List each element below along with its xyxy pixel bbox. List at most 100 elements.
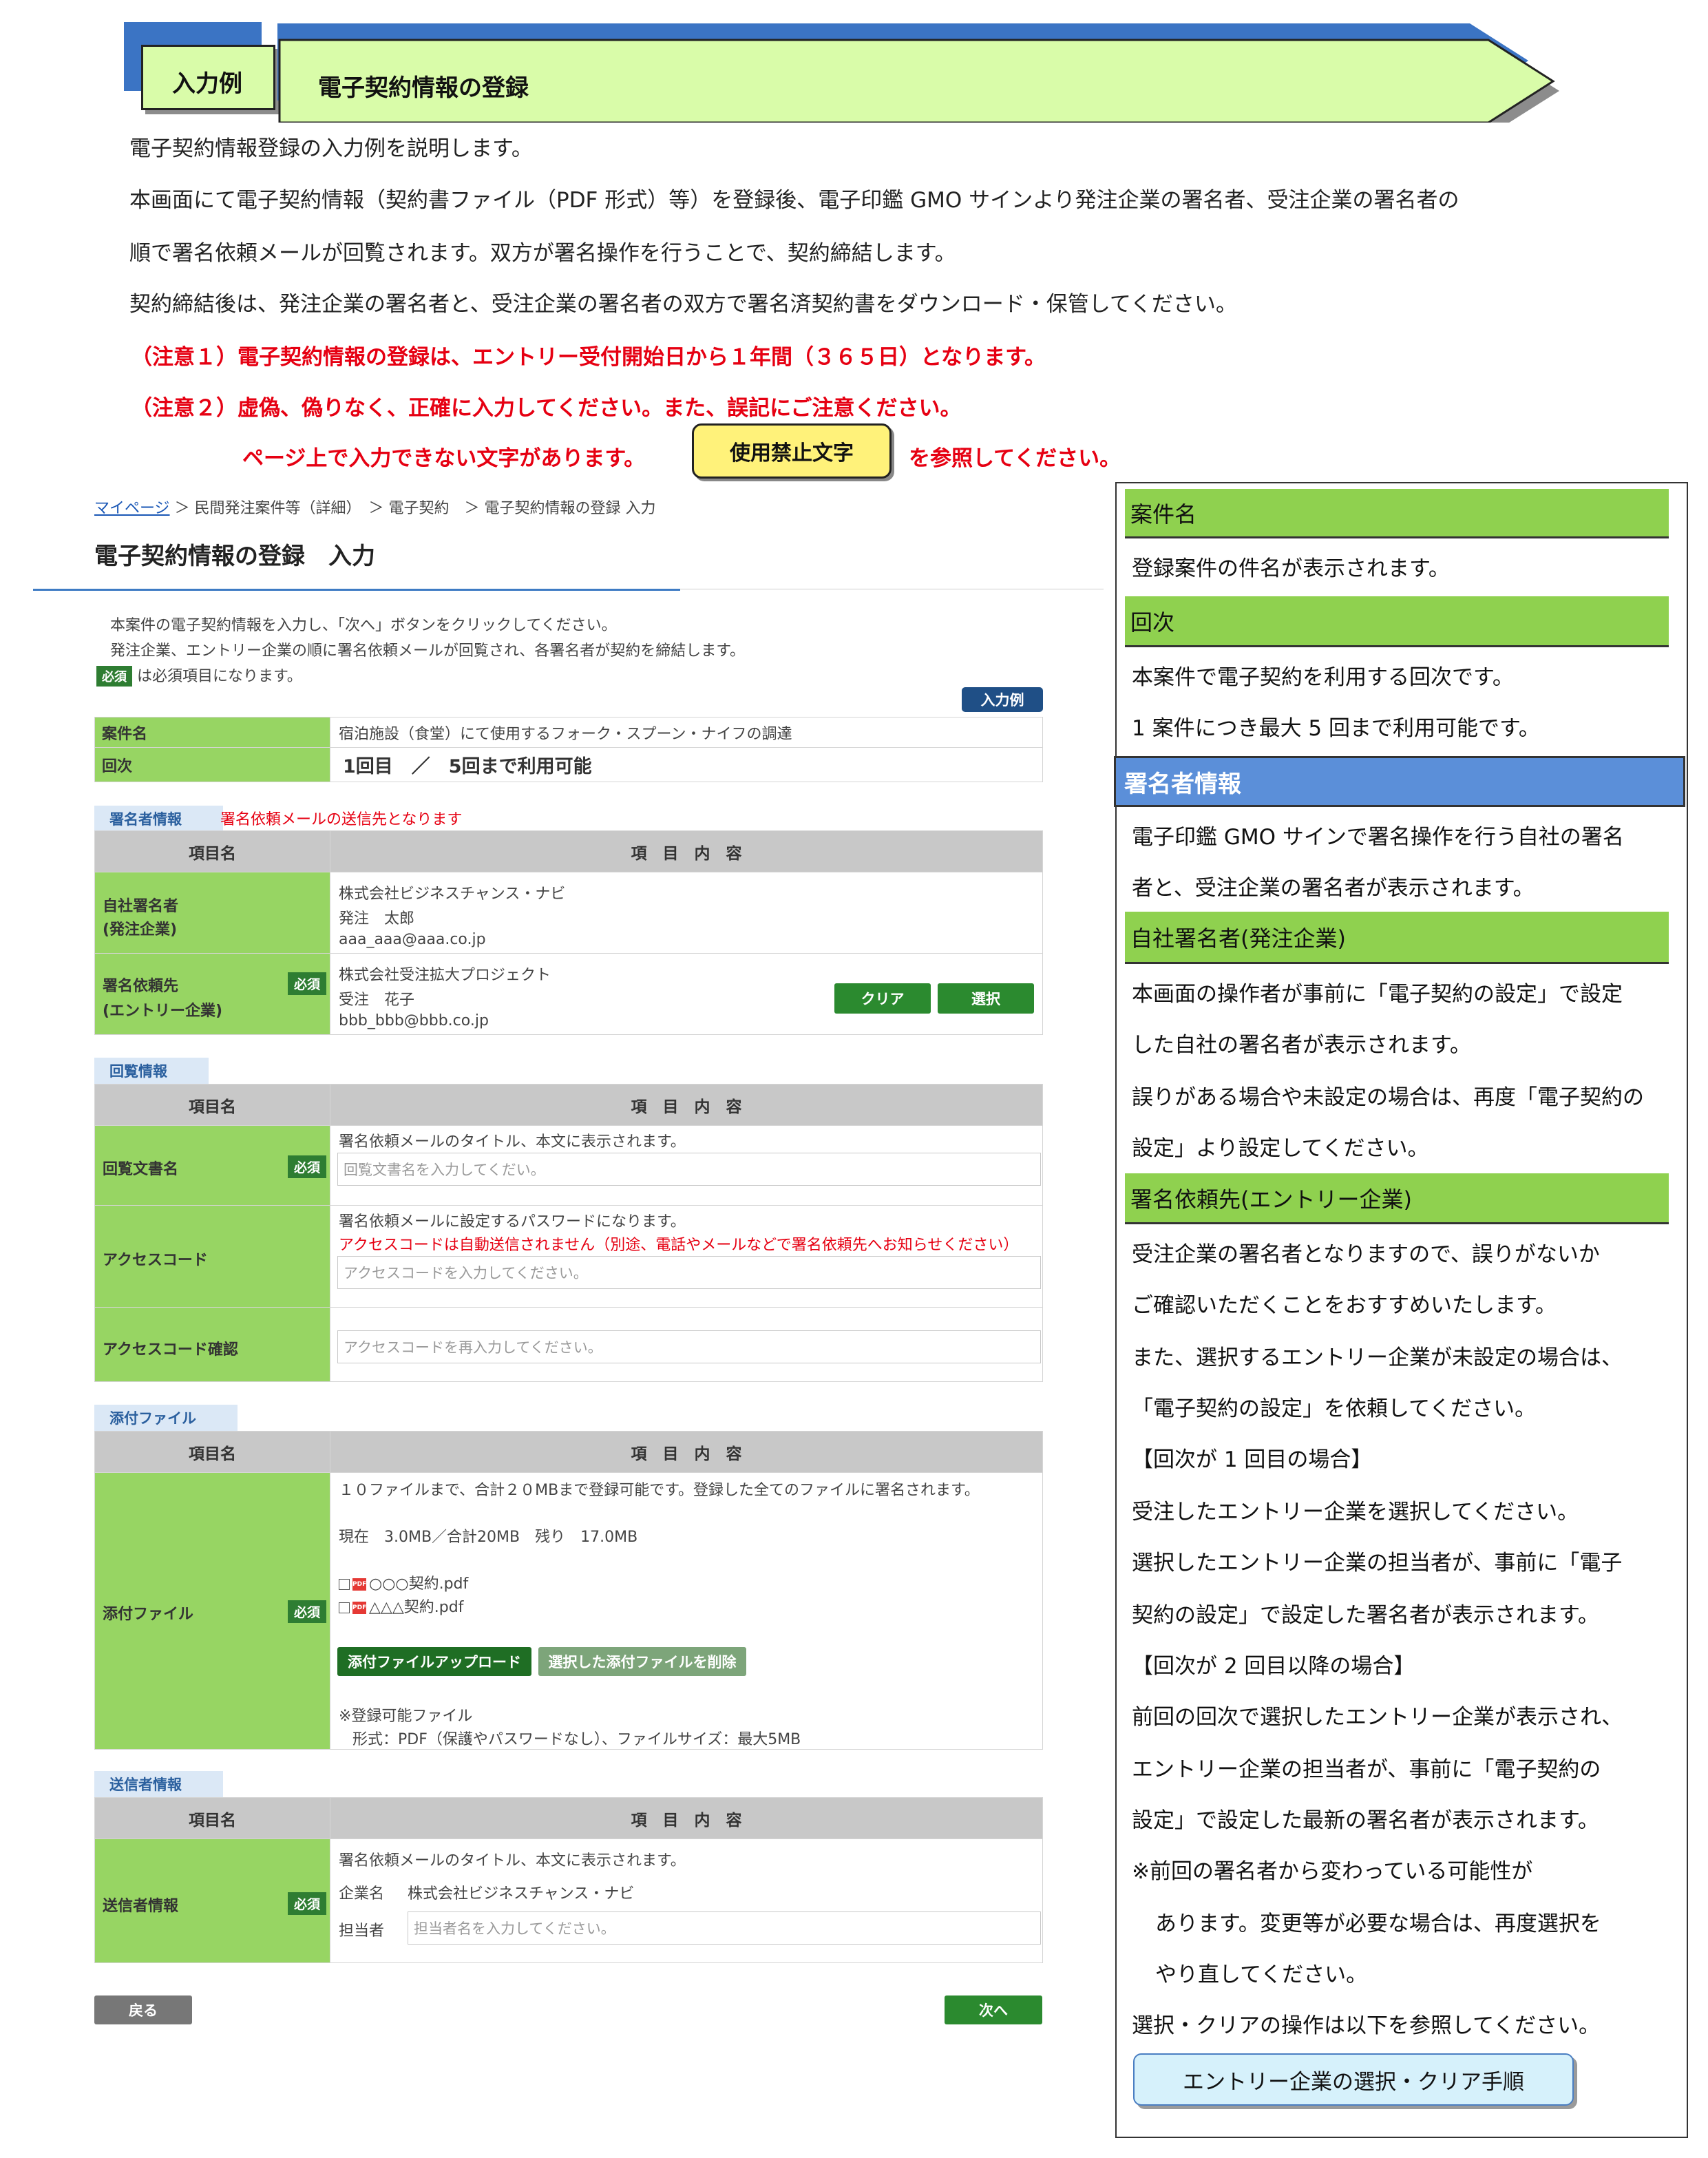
delete-attachment-button[interactable]: 選択した添付ファイルを削除: [538, 1647, 746, 1676]
sender-person-input[interactable]: 担当者名を入力してください。: [408, 1911, 1041, 1945]
banner-title: 電子契約情報の登録: [318, 74, 529, 102]
intro-line-2: 本画面にて電子契約情報（契約書ファイル（PDF 形式）等）を登録後、電子印鑑 G…: [129, 188, 1459, 213]
case-table: 案件名 宿泊施設（食堂）にて使用するフォーク・スプーン・ナイフの調達 回次 1回…: [94, 717, 1043, 782]
access-code-input[interactable]: アクセスコードを入力してください。: [337, 1256, 1041, 1289]
panel-request-text-10: 前回の回次で選択したエントリー企業が表示され、: [1132, 1705, 1623, 1730]
attachment-usage: 現在 3.0MB／合計20MB 残り 17.0MB: [339, 1529, 638, 1546]
next-button[interactable]: 次へ: [945, 1995, 1042, 2024]
warning-1: （注意１）電子契約情報の登録は、エントリー受付開始日から１年間（３６５日）となり…: [131, 345, 1046, 370]
file-2-name: △△△契約.pdf: [369, 1599, 464, 1616]
panel-request-text-13: ※前回の署名者から変わっている可能性が: [1132, 1859, 1533, 1884]
sender-col-item: 項目名: [94, 1797, 330, 1839]
panel-request-text-3: また、選択するエントリー企業が未設定の場合は、: [1132, 1345, 1623, 1370]
file-2-checkbox[interactable]: [339, 1602, 350, 1613]
access-code-label: アクセスコード: [103, 1252, 208, 1269]
form-desc-1: 本案件の電子契約情報を入力し、「次へ」ボタンをクリックしてください。: [110, 617, 617, 634]
sender-required-badge: 必須: [288, 1892, 327, 1915]
self-signer-email: aaa_aaa@aaa.co.jp: [339, 931, 486, 948]
panel-request-text-8: 契約の設定」で設定した署名者が表示されます。: [1132, 1603, 1599, 1628]
breadcrumb-home-link[interactable]: マイページ: [94, 500, 170, 517]
panel-request-text-12: 設定」で設定した最新の署名者が表示されます。: [1132, 1808, 1599, 1833]
request-signer-email: bbb_bbb@bbb.co.jp: [339, 1012, 489, 1029]
signer-col-content: 項 目 内 容: [330, 830, 1043, 872]
panel-request-head: 署名依頼先(エントリー企業): [1125, 1173, 1669, 1224]
page-title: 電子契約情報の登録 入力: [94, 543, 375, 570]
required-badge: 必須: [96, 666, 132, 687]
required-legend: 必須 は必須項目になります。: [96, 664, 302, 687]
panel-case-head: 案件名: [1125, 489, 1669, 538]
request-signer-name: 受注 花子: [339, 992, 415, 1009]
round-value: 1回目 ／ 5回まで利用可能: [330, 747, 1043, 782]
attachment-col-content: 項 目 内 容: [330, 1431, 1043, 1473]
breadcrumb: マイページ ＞ 民間発注案件等（詳細） ＞ 電子契約 ＞ 電子契約情報の登録 入…: [94, 496, 656, 518]
example-badge: 入力例: [962, 687, 1043, 712]
select-button[interactable]: 選択: [938, 983, 1034, 1014]
sender-help: 署名依頼メールのタイトル、本文に表示されます。: [339, 1852, 686, 1869]
access-code-help: 署名依頼メールに設定するパスワードになります。: [339, 1213, 686, 1230]
sender-label: 送信者情報: [103, 1898, 179, 1915]
panel-request-text-1: 受注企業の署名者となりますので、誤りがないか: [1132, 1242, 1600, 1267]
warning-3a: ページ上で入力できない文字があります。: [242, 446, 646, 471]
upload-button[interactable]: 添付ファイルアップロード: [337, 1647, 531, 1676]
sender-company-label: 企業名: [339, 1885, 385, 1903]
attachment-file-2[interactable]: PDF △△△契約.pdf: [339, 1595, 463, 1617]
entry-select-clear-link-button[interactable]: エントリー企業の選択・クリア手順: [1133, 2053, 1574, 2106]
case-label: 案件名: [94, 717, 330, 748]
signer-section-tag: 署名者情報: [94, 806, 223, 832]
attachment-file-1[interactable]: PDF ○○○契約.pdf: [339, 1571, 468, 1593]
request-signer-required-badge: 必須: [288, 972, 327, 995]
pdf-icon: PDF: [352, 1578, 366, 1591]
request-signer-company: 株式会社受注拡大プロジェクト: [339, 967, 551, 984]
sender-col-content: 項 目 内 容: [330, 1797, 1043, 1839]
required-note: は必須項目になります。: [137, 668, 302, 685]
attachment-col-item: 項目名: [94, 1431, 330, 1473]
panel-round-head: 回次: [1125, 596, 1669, 647]
panel-request-text-16: 選択・クリアの操作は以下を参照してください。: [1132, 2013, 1601, 2038]
attachment-label: 添付ファイル: [103, 1606, 194, 1623]
self-signer-label-1: 自社署名者: [103, 898, 179, 915]
forbidden-chars-button[interactable]: 使用禁止文字: [692, 423, 892, 479]
sender-person-label: 担当者: [339, 1923, 385, 1940]
case-value: 宿泊施設（食堂）にて使用するフォーク・スプーン・ナイフの調達: [330, 717, 1043, 748]
panel-request-text-9: 【回次が 2 回目以降の場合】: [1132, 1654, 1415, 1679]
panel-round-text-1: 本案件で電子契約を利用する回次です。: [1132, 665, 1514, 690]
panel-request-text-5: 【回次が 1 回目の場合】: [1132, 1447, 1373, 1472]
form-desc-2: 発注企業、エントリー企業の順に署名依頼メールが回覧され、各署名者が契約を締結しま…: [110, 642, 746, 660]
self-signer-label-2: (発注企業): [103, 921, 178, 939]
panel-signer-head: 署名者情報: [1114, 756, 1685, 807]
access-confirm-label: アクセスコード確認: [103, 1341, 238, 1359]
round-label: 回次: [94, 747, 330, 782]
panel-signer-text-1: 電子印鑑 GMO サインで署名操作を行う自社の署名: [1132, 825, 1624, 850]
clear-button[interactable]: クリア: [834, 983, 931, 1014]
circulation-section-tag: 回覧情報: [94, 1058, 209, 1084]
doc-name-input[interactable]: 回覧文書名を入力してくだい。: [337, 1153, 1041, 1186]
pdf-icon: PDF: [352, 1602, 366, 1614]
self-signer-name: 発注 太郎: [339, 910, 415, 928]
panel-self-text-2: した自社の署名者が表示されます。: [1132, 1033, 1471, 1058]
file-1-checkbox[interactable]: [339, 1579, 350, 1590]
attachment-section-tag: 添付ファイル: [94, 1405, 238, 1431]
intro-line-3: 順で署名依頼メールが回覧されます。双方が署名操作を行うことで、契約締結します。: [129, 241, 956, 266]
signer-section-note: 署名依頼メールの送信先となります: [220, 811, 463, 828]
panel-request-text-14: あります。変更等が必要な場合は、再度選択を: [1155, 1911, 1601, 1936]
request-signer-label-1: 署名依頼先: [103, 978, 179, 995]
panel-case-text: 登録案件の件名が表示されます。: [1132, 556, 1450, 581]
panel-request-text-15: やり直してください。: [1155, 1962, 1368, 1987]
panel-round-text-2: 1 案件につき最大 5 回まで利用可能です。: [1132, 716, 1540, 741]
back-button[interactable]: 戻る: [94, 1995, 192, 2024]
banner-tag-label: 入力例: [172, 70, 242, 98]
access-confirm-input[interactable]: アクセスコードを再入力してください。: [337, 1330, 1041, 1363]
panel-self-head: 自社署名者(発注企業): [1125, 912, 1669, 964]
panel-request-text-7: 選択したエントリー企業の担当者が、事前に「電子: [1132, 1551, 1623, 1575]
sender-section-tag: 送信者情報: [94, 1771, 223, 1797]
warning-3b: を参照してください。: [909, 446, 1121, 471]
doc-name-required-badge: 必須: [288, 1155, 327, 1178]
attachment-required-badge: 必須: [288, 1600, 327, 1623]
doc-name-label: 回覧文書名: [103, 1161, 179, 1178]
request-signer-label-2: (エントリー企業): [103, 1003, 223, 1020]
attachment-note-2: 形式：PDF（保護やパスワードなし）、ファイルサイズ：最大5MB: [352, 1731, 801, 1748]
intro-line-1: 電子契約情報登録の入力例を説明します。: [129, 136, 533, 161]
file-1-name: ○○○契約.pdf: [369, 1575, 469, 1593]
circulation-col-content: 項 目 内 容: [330, 1084, 1043, 1126]
attachment-note-1: ※登録可能ファイル: [339, 1708, 473, 1725]
